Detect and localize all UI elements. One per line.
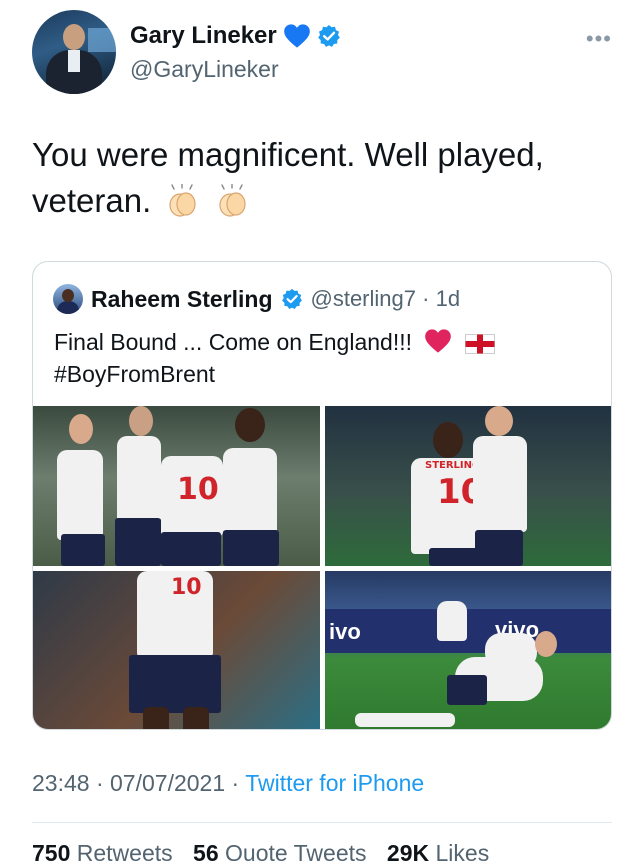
likes-stat[interactable]: 29K Likes: [387, 840, 489, 861]
quoted-text-line-1: Final Bound ... Come on England!!!: [54, 326, 594, 358]
retweets-label: Retweets: [76, 840, 173, 861]
tweet-header: Gary Lineker @GaryLineker •••: [32, 10, 622, 96]
tweet-text-line-1: You were magnificent. Well played,: [32, 136, 544, 173]
tweet-timestamp-row: 23:48 · 07/07/2021 · Twitter for iPhone: [32, 770, 424, 797]
quoted-tweet-card[interactable]: Raheem Sterling @sterling7 · 1d Final Bo…: [32, 261, 612, 730]
quoted-author-display-name: Raheem Sterling: [91, 285, 273, 312]
clapping-hands-icon: [218, 184, 246, 217]
quote-tweets-stat[interactable]: 56 Quote Tweets: [193, 840, 373, 861]
quoted-tweet-body: Final Bound ... Come on England!!! #BoyF…: [54, 326, 594, 390]
blue-heart-icon: [283, 24, 310, 48]
quoted-photo-grid: 10 STERLING 10 10 ivo vivo: [33, 406, 611, 729]
tweet-source-link[interactable]: Twitter for iPhone: [245, 770, 424, 796]
likes-count: 29K: [386, 840, 430, 861]
tweet-date[interactable]: 07/07/2021: [110, 770, 225, 796]
tweet-text-line-2: veteran.: [32, 178, 612, 224]
quoted-author-handle: @sterling7: [310, 286, 417, 311]
board-text-left: ivo: [329, 619, 361, 644]
meta-separator: ·: [231, 770, 240, 796]
tweet-time[interactable]: 23:48: [32, 770, 90, 796]
engagement-stats: 750 Retweets 56 Quote Tweets 29K Likes: [32, 840, 503, 861]
retweets-count: 750: [32, 840, 71, 861]
quoted-hashtag[interactable]: #BoyFromBrent: [54, 358, 594, 390]
likes-label: Likes: [435, 840, 490, 861]
shirt-number: 10: [177, 472, 219, 507]
clapping-hands-icon: [169, 184, 197, 217]
quote-tweets-count: 56: [193, 840, 219, 861]
quoted-tweet-age: 1d: [435, 286, 461, 311]
shirt-name: STERLING: [425, 460, 481, 471]
more-options-icon[interactable]: •••: [586, 26, 612, 52]
tweet-body: You were magnificent. Well played, veter…: [32, 132, 612, 224]
verified-badge-icon: [317, 25, 340, 47]
divider: [32, 822, 612, 823]
author-name-row: Gary Lineker: [130, 22, 341, 50]
author-avatar[interactable]: [32, 10, 116, 94]
photo-players-pile-on[interactable]: ivo vivo: [325, 571, 611, 729]
quoted-text-line-1-text: Final Bound ... Come on England!!!: [54, 329, 412, 355]
photo-sterling-kane-embrace[interactable]: STERLING 10: [325, 406, 611, 566]
verified-badge-icon: [281, 288, 302, 309]
quoted-tweet-header: Raheem Sterling @sterling7 · 1d: [53, 284, 460, 314]
quoted-meta-separator: ·: [422, 286, 430, 311]
tweet-text-line-2-text: veteran.: [32, 182, 152, 219]
shirt-number: 10: [171, 575, 202, 600]
england-flag-icon: [464, 334, 495, 354]
red-heart-icon: [425, 329, 452, 353]
meta-separator: ·: [95, 770, 104, 796]
photo-team-celebration[interactable]: 10: [33, 406, 320, 566]
photo-sterling-number-10[interactable]: 10: [33, 571, 320, 729]
author-handle[interactable]: @GaryLineker: [130, 56, 279, 83]
retweets-stat[interactable]: 750 Retweets: [32, 840, 179, 861]
author-display-name[interactable]: Gary Lineker: [130, 22, 277, 50]
quote-tweets-label: Quote Tweets: [225, 840, 367, 861]
quoted-author-avatar: [53, 284, 83, 314]
